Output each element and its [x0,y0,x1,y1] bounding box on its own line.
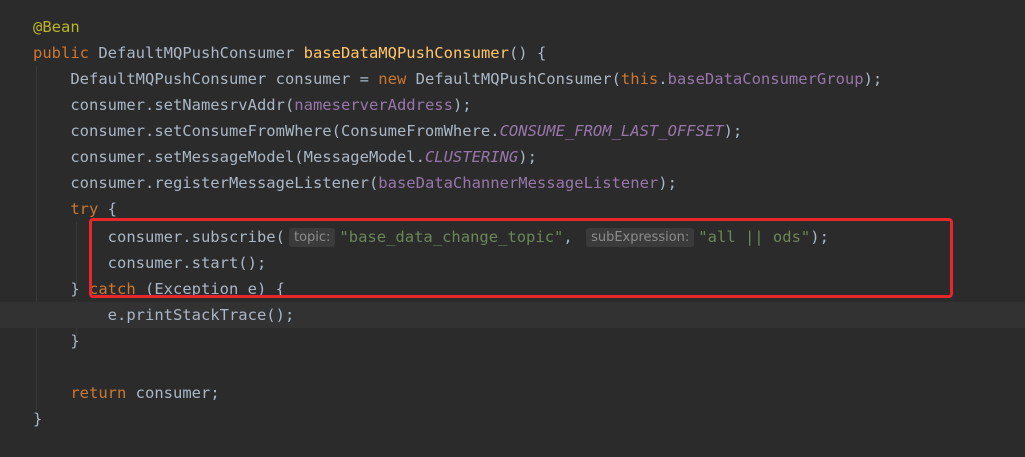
code-token: "base_data_change_topic" [339,228,564,246]
code-token: (Exception e) { [135,280,285,298]
code-line[interactable]: consumer.setMessageModel(MessageModel.CL… [0,144,1025,170]
code-token: return [70,384,127,402]
code-line[interactable]: public DefaultMQPushConsumer baseDataMQP… [0,40,1025,66]
code-token: CLUSTERING [424,148,519,166]
code-token: , [563,228,583,246]
code-token: ); [658,174,677,192]
code-line[interactable]: } [0,406,1025,432]
code-token: DefaultMQPushConsumer consumer = [33,70,379,88]
code-token: consumer.registerMessageListener( [33,174,379,192]
inlay-hint: topic: [288,228,336,247]
code-line[interactable] [0,354,1025,380]
code-token: public [33,44,89,62]
code-token: catch [89,280,136,298]
code-token: () { [508,44,547,62]
code-token: ); [810,228,829,246]
code-token: "all || ods" [698,228,811,246]
code-token: . [658,70,668,88]
code-line[interactable]: e.printStackTrace(); [0,302,1025,328]
code-line[interactable]: consumer.subscribe(topic: "base_data_chan… [0,224,1025,250]
code-token: consumer.setMessageModel(MessageModel. [33,148,425,166]
code-token: { [98,200,117,218]
code-line[interactable]: } catch (Exception e) { [0,276,1025,302]
code-token: } [33,410,43,428]
code-line[interactable]: DefaultMQPushConsumer consumer = new Def… [0,66,1025,92]
code-token: consumer.subscribe( [33,228,285,246]
code-token: consumer.setConsumeFromWhere(ConsumeFrom… [33,122,500,140]
code-token: ); [723,122,743,140]
code-token: DefaultMQPushConsumer( [406,70,621,88]
code-line[interactable]: consumer.start(); [0,250,1025,276]
code-token: CONSUME_FROM_LAST_OFFSET [499,122,724,140]
code-line[interactable]: consumer.registerMessageListener(baseDat… [0,170,1025,196]
code-token: nameserverAddress [294,96,453,114]
code-token: e.printStackTrace(); [33,306,295,324]
code-token: } [33,332,80,350]
code-token: consumer.setNamesrvAddr( [33,96,295,114]
code-token: new [378,70,407,88]
code-line[interactable]: @Bean [0,14,1025,40]
code-token: ); [452,96,472,114]
code-token: ); [518,148,537,166]
inlay-hint: subExpression: [586,228,695,247]
code-token: @Bean [33,18,80,36]
code-line[interactable]: consumer.setNamesrvAddr(nameserverAddres… [0,92,1025,118]
code-token: } [33,280,89,298]
code-token: baseDataMQPushConsumer [303,44,509,62]
code-line[interactable]: try { [0,196,1025,222]
code-line[interactable]: return consumer; [0,380,1025,406]
code-token: this [620,70,659,88]
code-token: baseDataConsumerGroup [667,70,864,88]
code-token: ); [863,70,883,88]
code-token: consumer; [126,384,220,402]
code-token: baseDataChannerMessageListener [378,174,659,192]
code-line[interactable]: } [0,328,1025,354]
code-line[interactable]: consumer.setConsumeFromWhere(ConsumeFrom… [0,118,1025,144]
code-token: consumer.start(); [33,254,267,272]
code-token: try [70,200,99,218]
code-editor[interactable]: @Bean public DefaultMQPushConsumer baseDa… [0,0,1025,457]
code-token: DefaultMQPushConsumer [89,44,304,62]
